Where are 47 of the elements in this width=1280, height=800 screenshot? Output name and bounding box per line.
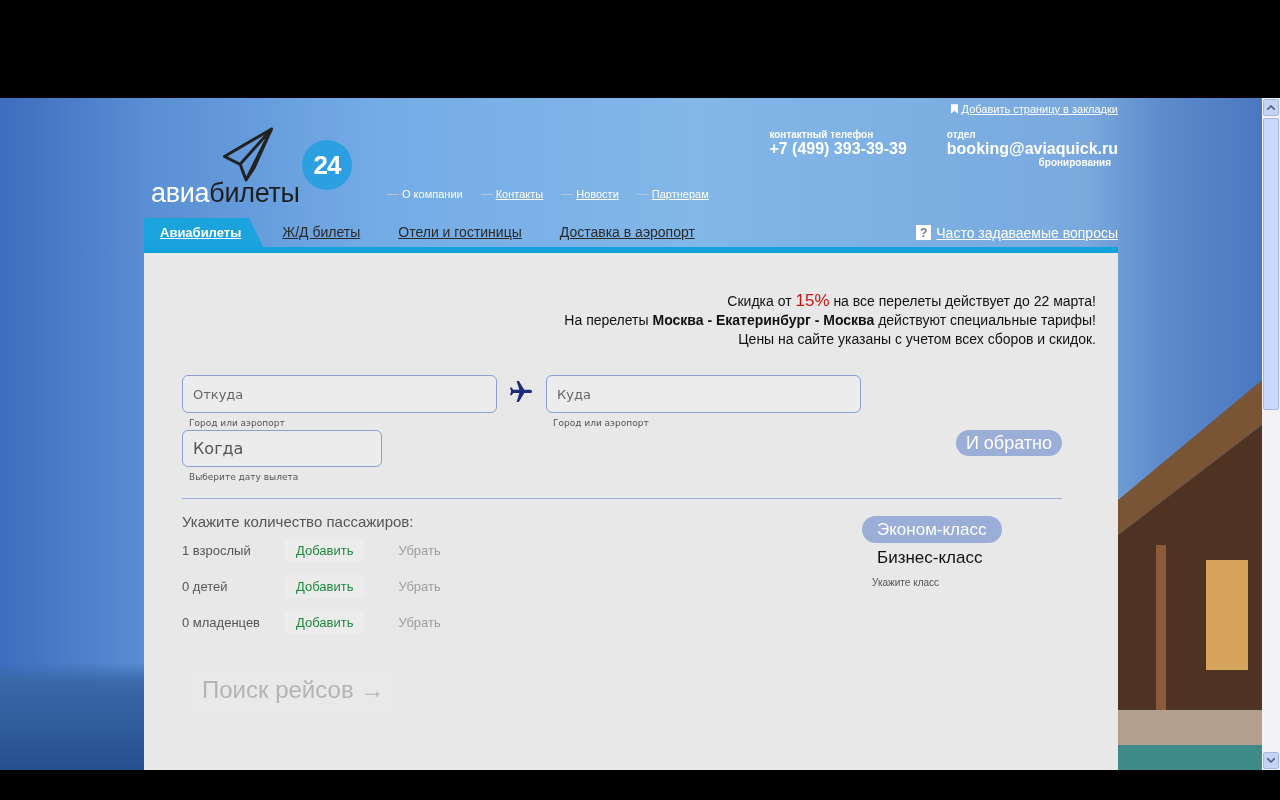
tab[interactable]: Ж/Д билеты — [263, 218, 380, 247]
class-hint: Укажите класс — [872, 577, 940, 588]
return-trip-button[interactable]: И обратно — [955, 430, 1062, 456]
scroll-down-button[interactable] — [1263, 752, 1279, 769]
contact-sublabel: бронирования — [1038, 157, 1111, 168]
destination-field[interactable]: Куда — [546, 375, 861, 413]
class-option[interactable]: Эконом-класс — [862, 516, 1002, 543]
date-field[interactable]: Когда — [182, 430, 382, 467]
passenger-count: 0 детей — [182, 578, 229, 594]
passenger-count: 1 взрослый — [182, 542, 252, 558]
promo-text: Скидка от 15% на все перелеты действует до 22 марта! — [726, 291, 1096, 311]
contact-value: booking@aviaquick.ru — [946, 140, 1118, 157]
site-nav-link[interactable]: Новости — [576, 188, 619, 200]
bookmark-icon — [950, 104, 958, 114]
class-option[interactable]: Бизнес-класс — [862, 544, 998, 571]
add-passenger-button[interactable]: Добавить — [285, 610, 365, 634]
field-hint: Выберите дату вылета — [189, 471, 300, 483]
passenger-count: 0 младенцев — [182, 614, 262, 630]
airplane-icon — [510, 381, 532, 403]
field-hint: Город или аэропорт — [553, 417, 650, 429]
tab[interactable]: Отели и гостиницы — [379, 218, 541, 247]
caret-down-icon — [1267, 758, 1275, 763]
origin-field[interactable]: Откуда — [182, 375, 497, 413]
caret-up-icon — [1267, 105, 1275, 110]
promo-text: Цены на сайте указаны с учетом всех сборов и скидок. — [737, 330, 1096, 349]
scroll-up-button[interactable] — [1263, 99, 1279, 116]
site-nav-link[interactable]: Партнерам — [651, 188, 709, 200]
add-passenger-button[interactable]: Добавить — [285, 538, 365, 562]
logo-badge: 24 — [302, 140, 352, 190]
promo-text: На перелеты Москва - Екатеринбург - Москва действуют специальные тарифы! — [563, 311, 1096, 330]
tab[interactable]: Доставка в аэропорт — [540, 218, 714, 247]
add-passenger-button[interactable]: Добавить — [285, 574, 365, 598]
tab[interactable]: Авиабилеты — [144, 218, 264, 247]
scrollbar-track[interactable] — [1262, 98, 1280, 770]
contact-value: +7 (499) 393-39-39 — [769, 140, 907, 157]
scrollbar-thumb[interactable] — [1263, 118, 1279, 410]
contact-label: отдел — [946, 129, 977, 140]
paper-plane-icon — [222, 127, 274, 182]
faq-link[interactable]: Часто задаваемые вопросы — [936, 224, 1118, 241]
field-hint: Город или аэропорт — [189, 417, 286, 429]
contact-label: контактный телефон — [769, 129, 875, 140]
logo-wordmark: авиабилеты — [151, 179, 300, 208]
bookmark-link[interactable]: Добавить страницу в закладки — [961, 103, 1118, 115]
site-nav-link[interactable]: О компании — [402, 188, 463, 200]
help-icon: ? — [916, 225, 932, 240]
passengers-title: Укажите количество пассажиров: — [182, 512, 415, 532]
site-nav-link[interactable]: Контакты — [495, 188, 544, 200]
